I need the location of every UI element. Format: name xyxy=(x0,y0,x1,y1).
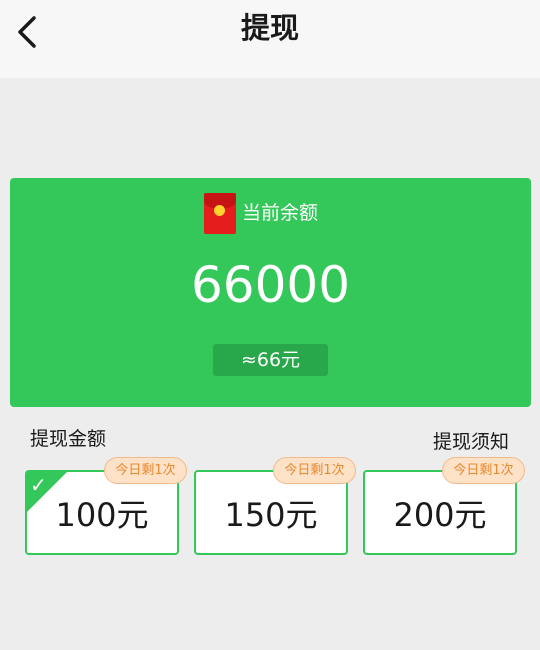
balance-amount: 66000 xyxy=(190,256,351,314)
remaining-badge: 今日剩1次 xyxy=(273,457,356,484)
amount-option-100[interactable]: ✓ 100元 今日剩1次 xyxy=(25,457,187,555)
withdraw-amount-label: 提现金额 xyxy=(30,428,107,450)
amount-option-150[interactable]: 150元 今日剩1次 xyxy=(194,457,356,555)
page-title: 提现 xyxy=(240,11,299,45)
remaining-badge: 今日剩1次 xyxy=(104,457,187,484)
amount-option-200[interactable]: 200元 今日剩1次 xyxy=(363,457,525,555)
red-packet-icon xyxy=(204,193,236,234)
option-amount: 200元 xyxy=(393,496,487,534)
balance-label: 当前余额 xyxy=(242,202,319,224)
option-amount: 100元 xyxy=(55,496,149,534)
option-amount: 150元 xyxy=(224,496,318,534)
remaining-badge: 今日剩1次 xyxy=(442,457,525,484)
withdraw-notice-link[interactable]: 提现须知 xyxy=(433,429,509,455)
check-icon: ✓ xyxy=(30,473,47,497)
balance-card: 当前余额 66000 ≈66元 xyxy=(10,178,531,407)
top-bar: 提现 xyxy=(0,0,540,78)
balance-approx-value: ≈66元 xyxy=(213,344,328,376)
